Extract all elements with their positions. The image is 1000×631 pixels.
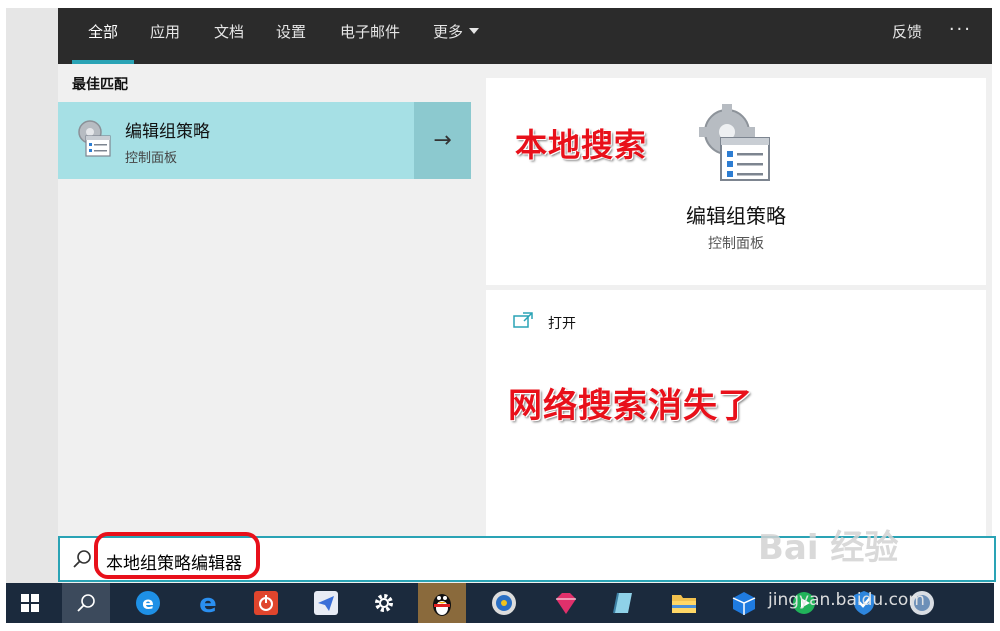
group-policy-icon (78, 120, 111, 157)
gear-icon (375, 594, 393, 612)
best-match-subtitle: 控制面板 (125, 151, 178, 166)
arrow-right-icon: → (433, 128, 452, 153)
baidu-watermark-url: jingyan.baidu.com (768, 590, 925, 610)
windows-icon (21, 594, 39, 612)
detail-title: 编辑组策略 (686, 204, 786, 228)
cube-icon (732, 592, 756, 615)
edge-icon: e (199, 589, 217, 617)
search-icon (77, 594, 95, 612)
tab-more-label: 更多 (433, 23, 464, 41)
penguin-icon (433, 594, 451, 616)
annotation-circle (94, 532, 260, 579)
svg-text:e: e (142, 594, 154, 614)
annotation-local-search: 本地搜索 (515, 126, 648, 164)
taskbar-notes-app[interactable] (600, 583, 648, 623)
best-match-heading: 最佳匹配 (72, 77, 128, 93)
search-filter-bar: 全部 应用 文档 设置 电子邮件 更多 反馈 ··· (58, 8, 992, 64)
chevron-down-icon (469, 28, 480, 34)
open-action[interactable]: 打开 (548, 313, 576, 333)
search-icon (73, 550, 91, 568)
taskbar-settings[interactable] (360, 583, 408, 623)
gem-icon (556, 593, 576, 614)
taskbar-search-button[interactable] (62, 583, 110, 623)
taskbar-gem-app[interactable] (542, 583, 590, 623)
internet-explorer-icon: e (136, 591, 160, 615)
taskbar-file-explorer[interactable] (660, 583, 708, 623)
taskbar-media-player[interactable] (480, 583, 528, 623)
tab-more[interactable]: 更多 (433, 8, 480, 64)
taskbar-store[interactable] (720, 583, 768, 623)
tab-apps[interactable]: 应用 (140, 8, 190, 64)
svg-text:e: e (199, 589, 217, 617)
detail-subtitle: 控制面板 (708, 236, 764, 252)
desktop-left-strip (6, 8, 58, 583)
open-details-button[interactable]: → (414, 102, 471, 179)
best-match-title: 编辑组策略 (125, 122, 210, 142)
taskbar-ie[interactable]: e (124, 583, 172, 623)
power-icon (254, 591, 278, 615)
tab-all[interactable]: 全部 (72, 8, 134, 64)
folder-icon (672, 595, 696, 613)
group-policy-large-icon (699, 104, 770, 181)
media-disc-icon (492, 591, 516, 615)
open-icon (513, 312, 533, 328)
notebook-icon (613, 592, 632, 614)
taskbar-qq[interactable] (418, 583, 466, 623)
taskbar-feishu[interactable] (302, 583, 350, 623)
tab-documents[interactable]: 文档 (204, 8, 254, 64)
tab-email[interactable]: 电子邮件 (330, 8, 410, 64)
paper-plane-icon (314, 591, 338, 615)
taskbar-edge[interactable]: e (184, 583, 232, 623)
more-options-button[interactable]: ··· (949, 8, 972, 52)
baidu-watermark-logo: Bai 经验 (758, 528, 899, 568)
annotation-web-search-gone: 网络搜索消失了 (508, 386, 753, 426)
tab-settings[interactable]: 设置 (266, 8, 316, 64)
feedback-button[interactable]: 反馈 (892, 8, 922, 56)
taskbar-power-app[interactable] (242, 583, 290, 623)
start-button[interactable] (6, 583, 54, 623)
